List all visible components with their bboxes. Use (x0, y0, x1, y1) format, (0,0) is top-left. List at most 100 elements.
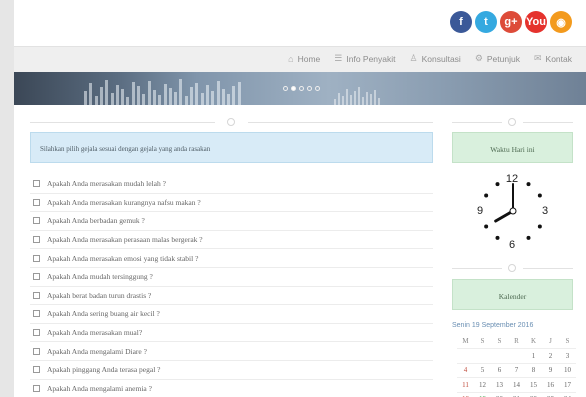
calendar-week-row: 18192021222324 (457, 392, 576, 397)
calendar-weekday: M (457, 334, 474, 349)
clock-center (509, 207, 517, 215)
symptom-item: Apakah Anda mudah tersinggung ? (30, 268, 433, 287)
symptom-label[interactable]: Apakah Anda berbadan gemuk ? (47, 216, 145, 225)
symptom-checkbox[interactable] (33, 291, 40, 299)
calendar-day[interactable]: 11 (457, 377, 474, 393)
calendar-day[interactable]: 8 (525, 363, 542, 378)
clock-number-6: 6 (509, 239, 515, 250)
calendar-day[interactable]: 13 (491, 377, 508, 393)
calendar-day[interactable]: 20 (491, 392, 508, 397)
symptom-checkbox[interactable] (33, 217, 40, 225)
calendar-day[interactable]: 5 (474, 363, 491, 378)
symptom-label[interactable]: Apakah Anda mengalami Diare ? (47, 347, 147, 356)
slider-dot[interactable] (307, 86, 312, 91)
calendar-day[interactable]: 17 (559, 377, 576, 393)
symptom-checkbox[interactable] (33, 198, 40, 206)
calendar-day[interactable]: 2 (542, 348, 559, 364)
symptom-label[interactable]: Apakah Anda merasakan perasaan malas ber… (47, 235, 203, 244)
banner-image (84, 79, 244, 105)
rss-icon[interactable]: ◉ (550, 11, 572, 33)
calendar-day[interactable]: 7 (508, 363, 525, 378)
calendar-day[interactable]: 4 (457, 363, 474, 378)
symptom-label[interactable]: Apakah Anda merasakan emosi yang tidak s… (47, 254, 198, 263)
symptom-label[interactable]: Apakah Anda merasakan mudah lelah ? (47, 179, 166, 188)
banner-slider (14, 72, 586, 105)
calendar-day[interactable]: 23 (542, 392, 559, 397)
clock-hour-dot (526, 182, 531, 187)
twitter-icon[interactable]: t (475, 11, 497, 33)
calendar-weekday: S (491, 334, 508, 349)
symptom-checkbox[interactable] (33, 254, 40, 262)
calendar-day[interactable]: 10 (559, 363, 576, 378)
calendar-week-row: 123 (457, 348, 576, 364)
symptom-label[interactable]: Apakah Anda merasakan mual? (47, 328, 142, 337)
calendar-day (474, 348, 491, 364)
section-divider (30, 117, 433, 127)
clock-number-9: 9 (477, 205, 483, 217)
calendar-week-row: 4 5 6 7 8 9 10 (457, 363, 576, 378)
calendar-weekday: S (474, 334, 491, 349)
symptom-checkbox[interactable] (33, 236, 40, 244)
symptom-label[interactable]: Apakah Anda mudah tersinggung ? (47, 272, 153, 281)
symptom-checkbox[interactable] (33, 180, 40, 188)
symptom-label[interactable]: Apakah Anda merasakan kurangnya nafsu ma… (47, 198, 201, 207)
symptom-label[interactable]: Apakah pinggang Anda terasa pegal ? (47, 365, 161, 374)
symptom-checkbox[interactable] (33, 347, 40, 355)
slider-dots (283, 86, 320, 91)
nav-info-penyakit[interactable]: ☰ Info Penyakit (334, 53, 395, 64)
slider-dot-active[interactable] (291, 86, 296, 91)
nav-petunjuk[interactable]: ⚙ Petunjuk (475, 53, 520, 64)
calendar-weekday: S (559, 334, 576, 349)
calendar-day[interactable]: 22 (525, 392, 542, 397)
calendar-day[interactable]: 1 (525, 348, 542, 364)
symptom-item: Apakah Anda sering buang air kecil ? (30, 305, 433, 324)
nav-kontak[interactable]: ✉ Kontak (534, 53, 572, 64)
calendar-day[interactable]: 24 (559, 392, 576, 397)
calendar-day[interactable]: 15 (525, 377, 542, 393)
calendar-day[interactable]: 18 (457, 392, 474, 397)
clock-hour-dot (495, 235, 500, 240)
nav-label: Konsultasi (421, 53, 461, 64)
nav-konsultasi[interactable]: ♙ Konsultasi (410, 53, 461, 64)
clock-number-12: 12 (506, 173, 518, 185)
banner-image-right (334, 85, 384, 105)
symptom-checkbox[interactable] (33, 273, 40, 281)
calendar-day[interactable]: 6 (491, 363, 508, 378)
facebook-icon[interactable]: f (450, 11, 472, 33)
calendar-day[interactable]: 16 (542, 377, 559, 393)
nav-home[interactable]: ⌂ Home (288, 53, 320, 64)
symptom-label[interactable]: Apakah Anda mengalami anemia ? (47, 384, 152, 393)
calendar-header-row: MSSRKJS (457, 334, 576, 349)
slider-dot[interactable] (283, 86, 288, 91)
calendar-day[interactable]: 21 (508, 392, 525, 397)
calendar-table: MSSRKJS123456789101112131415161718192021… (457, 334, 576, 397)
calendar-day[interactable]: 3 (559, 348, 576, 364)
slider-dot[interactable] (315, 86, 320, 91)
symptom-item: Apakah berat badan turun drastis ? (30, 287, 433, 306)
symptom-checkbox[interactable] (33, 384, 40, 392)
calendar-day[interactable]: 9 (542, 363, 559, 378)
clock-hour-dot (526, 235, 531, 240)
clock-hour-dot (484, 224, 489, 229)
slider-dot[interactable] (299, 86, 304, 91)
nav-list: ⌂ Home ☰ Info Penyakit ♙ Konsultasi ⚙ Petunjuk ✉… (288, 53, 572, 64)
googleplus-icon[interactable]: g+ (500, 11, 522, 33)
nav-label: Info Penyakit (346, 53, 396, 64)
kalender-title-box: Kalender (452, 279, 573, 310)
mail-icon: ✉ (533, 53, 542, 63)
calendar-day[interactable]: 12 (474, 377, 491, 393)
list-icon: ☰ (334, 53, 343, 63)
symptom-list: Apakah Anda merasakan mudah lelah ? Apaka… (30, 175, 433, 397)
symptom-checkbox[interactable] (33, 366, 40, 374)
clock-hour-dot (495, 182, 500, 187)
symptom-label[interactable]: Apakah berat badan turun drastis ? (47, 291, 151, 300)
symptom-label[interactable]: Apakah Anda sering buang air kecil ? (47, 309, 160, 318)
calendar-date-label: Senin 19 September 2016 (452, 322, 534, 329)
calendar-day[interactable]: 14 (508, 377, 525, 393)
social-links: f t g+ You ◉ (450, 11, 572, 33)
symptom-checkbox[interactable] (33, 310, 40, 318)
symptom-checkbox[interactable] (33, 329, 40, 337)
youtube-icon[interactable]: You (525, 11, 547, 33)
gear-icon: ⚙ (474, 53, 483, 63)
calendar-day[interactable]: 19 (474, 392, 491, 397)
